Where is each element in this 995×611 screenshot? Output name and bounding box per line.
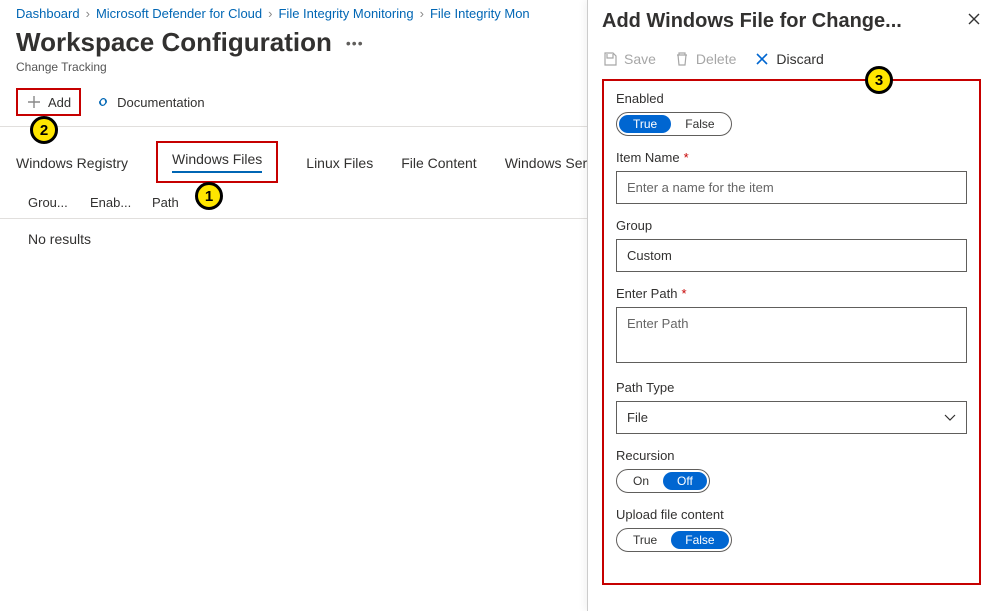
enabled-label: Enabled [616,91,967,106]
trash-icon [674,51,690,67]
required-indicator: * [681,286,686,301]
breadcrumb-item[interactable]: Dashboard [16,6,80,21]
breadcrumb-item[interactable]: File Integrity Mon [430,6,530,21]
page-title: Workspace Configuration [16,27,332,58]
discard-button[interactable]: Discard [754,51,823,67]
chevron-right-icon: › [420,6,424,21]
breadcrumb-item[interactable]: Microsoft Defender for Cloud [96,6,262,21]
documentation-label: Documentation [117,95,204,110]
tab-linux-files[interactable]: Linux Files [306,155,373,181]
callout-2: 2 [30,116,58,144]
path-type-label: Path Type [616,380,967,395]
item-name-label: Item Name [616,150,680,165]
panel-form: Enabled True False Item Name * Group Ente… [602,79,981,585]
panel-title: Add Windows File for Change... [602,10,902,33]
enabled-toggle[interactable]: True False [616,112,732,136]
path-type-select[interactable]: File [616,401,967,434]
upload-false-option[interactable]: False [671,531,728,549]
breadcrumb-item[interactable]: File Integrity Monitoring [278,6,413,21]
recursion-off-option[interactable]: Off [663,472,707,490]
recursion-on-option[interactable]: On [619,472,663,490]
delete-button[interactable]: Delete [674,51,736,67]
add-button[interactable]: Add [16,88,81,116]
tab-file-content[interactable]: File Content [401,155,476,181]
group-input[interactable] [616,239,967,272]
delete-label: Delete [696,51,736,67]
close-button[interactable] [967,12,981,31]
col-enabled[interactable]: Enab... [90,195,138,210]
enabled-true-option[interactable]: True [619,115,671,133]
recursion-toggle[interactable]: On Off [616,469,710,493]
upload-content-toggle[interactable]: True False [616,528,732,552]
plus-icon [26,94,42,110]
required-indicator: * [684,150,689,165]
col-group[interactable]: Grou... [28,195,76,210]
callout-3: 3 [865,66,893,94]
close-icon [967,12,981,26]
discard-label: Discard [776,51,823,67]
save-icon [602,51,618,67]
item-name-input[interactable] [616,171,967,204]
callout-1: 1 [195,182,223,210]
recursion-label: Recursion [616,448,967,463]
documentation-link[interactable]: Documentation [95,94,204,110]
chevron-right-icon: › [86,6,90,21]
chevron-right-icon: › [268,6,272,21]
panel-toolbar: Save Delete Discard [602,51,981,79]
upload-true-option[interactable]: True [619,531,671,549]
discard-icon [754,51,770,67]
tab-windows-registry[interactable]: Windows Registry [16,155,128,181]
group-label: Group [616,218,967,233]
enter-path-input[interactable] [616,307,967,363]
more-options-button[interactable]: ••• [346,35,364,51]
add-label: Add [48,95,71,110]
save-button[interactable]: Save [602,51,656,67]
enter-path-label: Enter Path [616,286,677,301]
upload-content-label: Upload file content [616,507,967,522]
side-panel: Add Windows File for Change... Save Dele… [587,0,995,611]
link-icon [95,94,111,110]
enabled-false-option[interactable]: False [671,115,728,133]
tab-windows-files[interactable]: Windows Files [172,151,262,173]
save-label: Save [624,51,656,67]
